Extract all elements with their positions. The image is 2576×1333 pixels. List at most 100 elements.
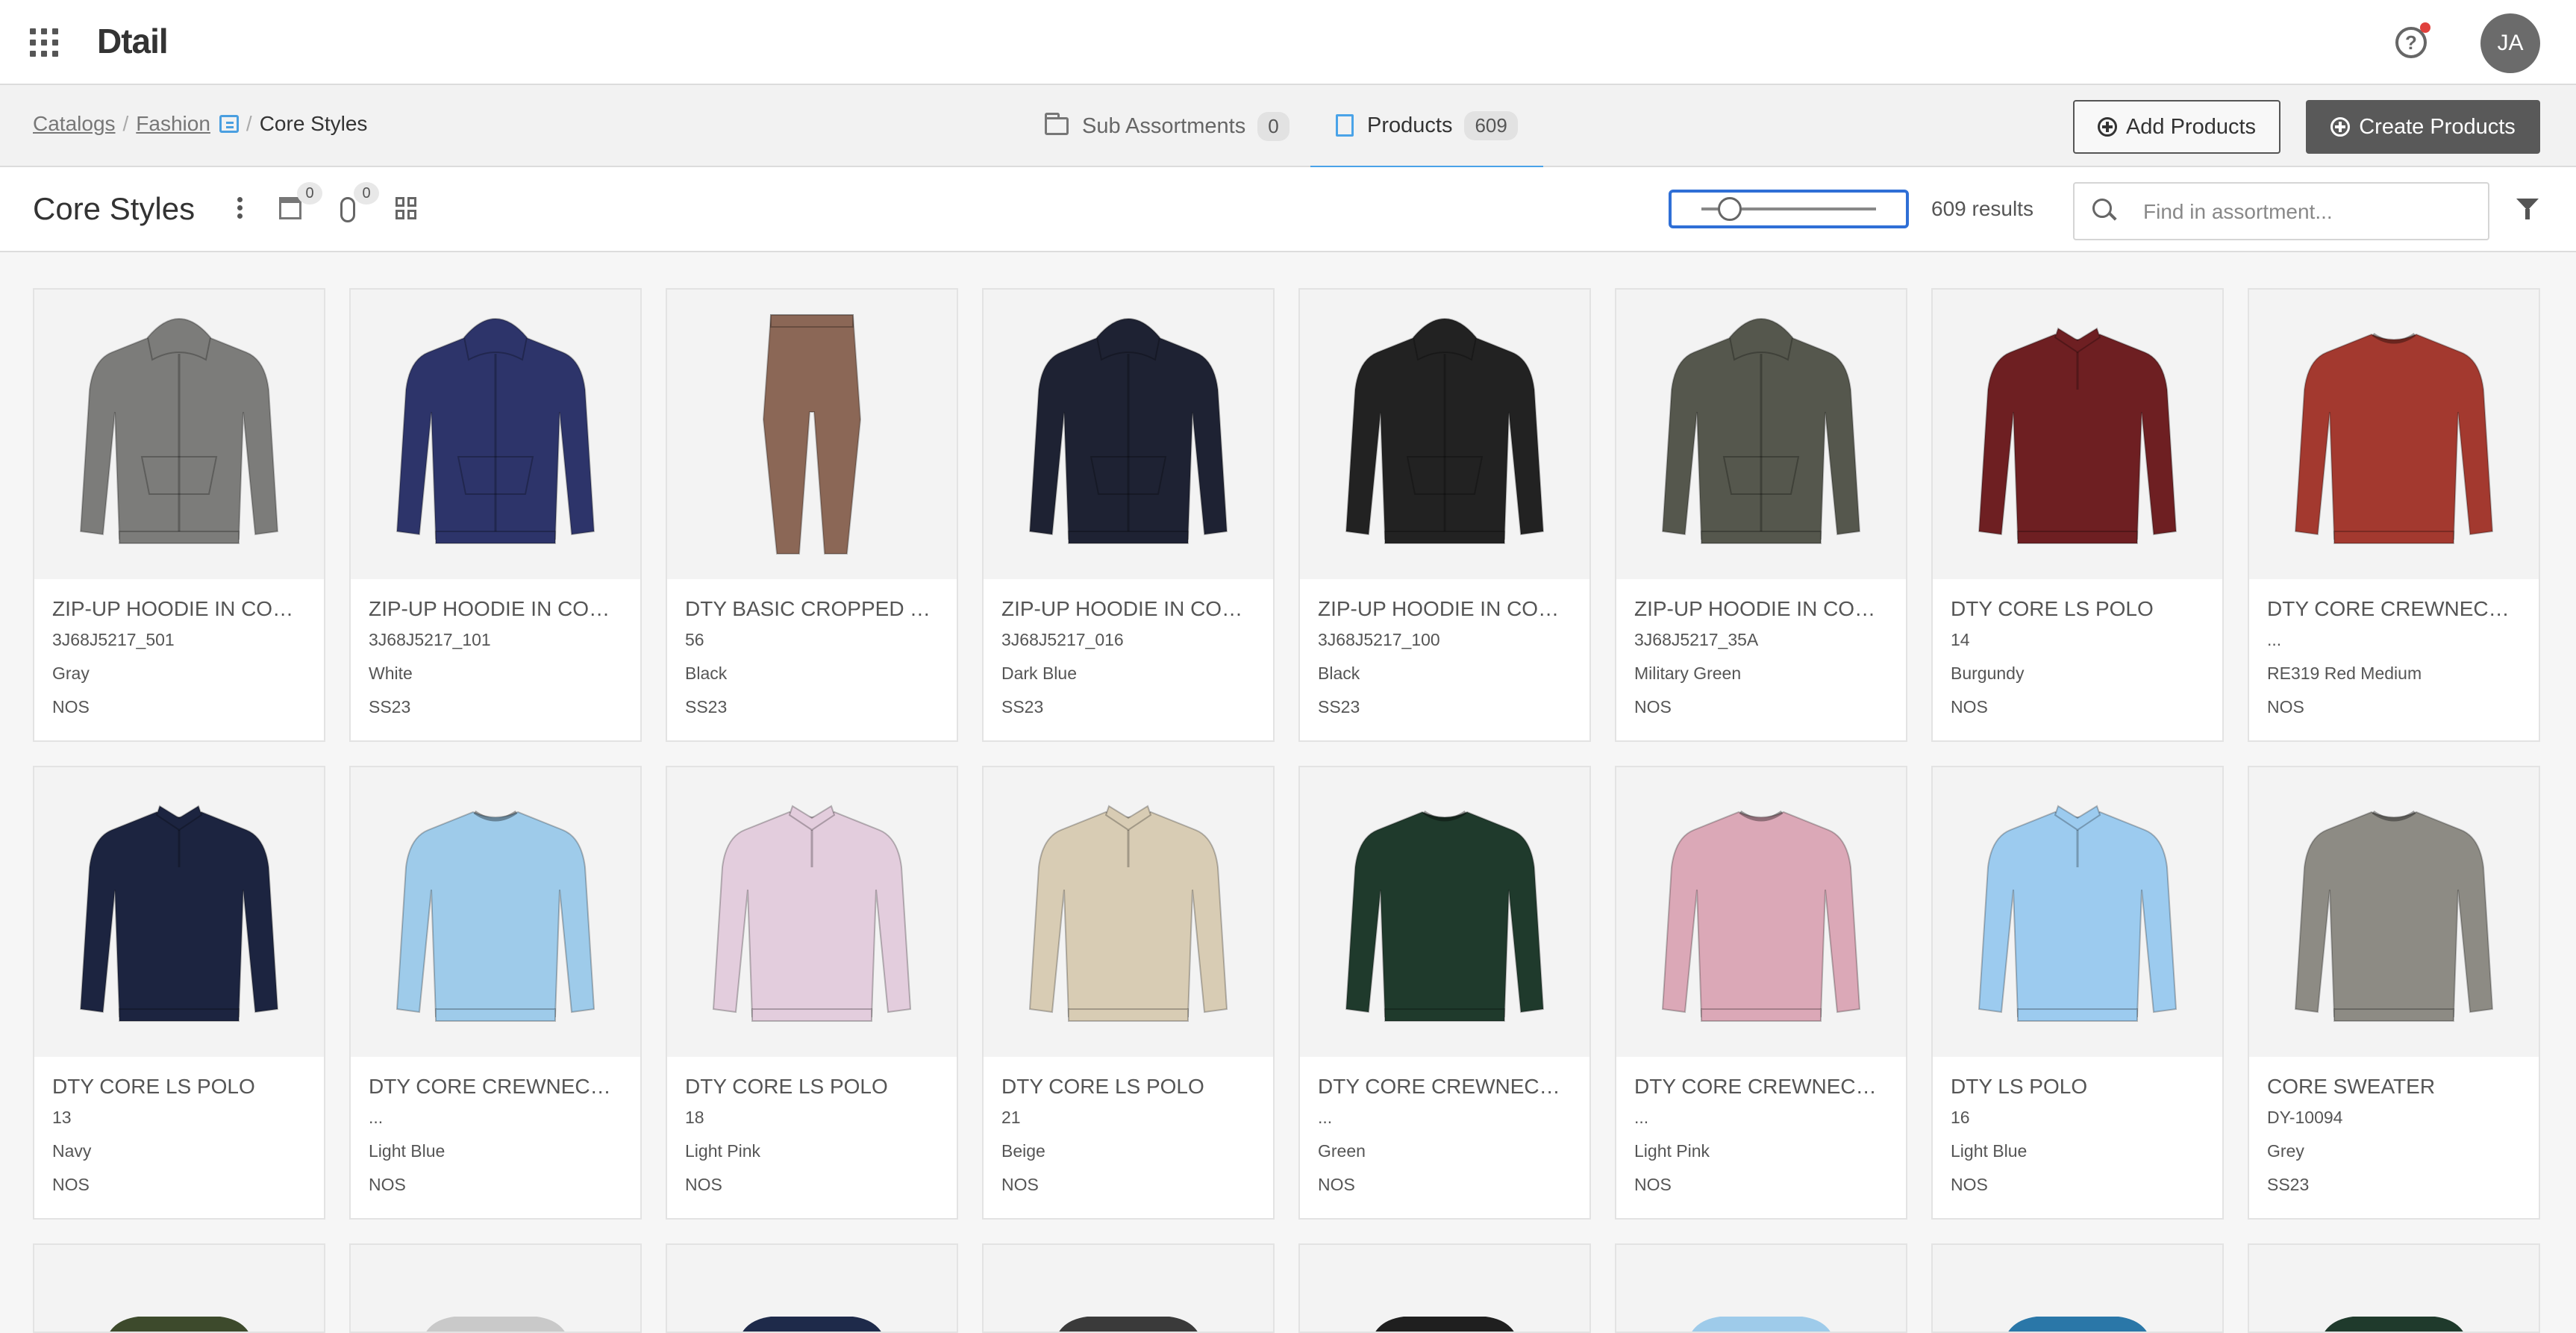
product-image	[351, 1245, 640, 1332]
product-season: SS23	[1318, 697, 1360, 717]
product-name: DTY CORE CREWNECK S...	[1318, 1075, 1572, 1098]
product-card[interactable]: DTY CORE LS POLO 21 Beige NOS	[982, 766, 1275, 1220]
tab-count: 0	[1257, 111, 1289, 141]
search-input[interactable]	[2143, 196, 2472, 228]
breadcrumb-catalogs[interactable]: Catalogs	[33, 112, 116, 135]
product-info: ZIP-UP HOODIE IN COTT... 3J68J5217_100 B…	[1300, 579, 1589, 717]
product-image	[667, 290, 957, 579]
product-info: DTY CORE LS POLO 18 Light Pink NOS	[667, 1057, 957, 1195]
add-products-button[interactable]: Add Products	[2073, 100, 2280, 154]
grid-view-icon[interactable]	[396, 197, 418, 219]
product-code: ...	[1318, 1108, 1333, 1127]
product-color: Military Green	[1634, 664, 1742, 683]
product-code: ...	[1634, 1108, 1649, 1127]
product-card[interactable]	[982, 1243, 1275, 1333]
tab-count: 609	[1464, 110, 1518, 140]
product-info: CORE SWEATER DY-10094 Grey SS23	[2249, 1057, 2539, 1195]
product-name: ZIP-UP HOODIE IN COTT...	[1318, 597, 1572, 620]
product-image	[1933, 290, 2222, 579]
create-products-label: Create Products	[2359, 114, 2516, 139]
product-card[interactable]: ZIP-UP HOODIE IN COTT... 3J68J5217_35A M…	[1615, 288, 1907, 742]
product-image	[2249, 767, 2539, 1057]
tab-label: Sub Assortments	[1082, 113, 1246, 138]
product-name: DTY CORE LS POLO	[1951, 597, 2154, 620]
app-logo[interactable]: Dtail	[97, 21, 169, 61]
product-season: NOS	[1318, 1175, 1355, 1194]
product-card[interactable]: DTY CORE CREWNECK S... ... Green NOS	[1298, 766, 1591, 1220]
avatar[interactable]: JA	[2480, 13, 2540, 73]
create-products-button[interactable]: Create Products	[2306, 100, 2540, 154]
product-info: DTY LS POLO 16 Light Blue NOS	[1933, 1057, 2222, 1195]
product-card[interactable]	[1298, 1243, 1591, 1333]
zoom-slider[interactable]	[1669, 190, 1909, 228]
breadcrumb-current: Core Styles	[259, 112, 368, 135]
product-card[interactable]: DTY CORE LS POLO 18 Light Pink NOS	[666, 766, 958, 1220]
product-info: ZIP-UP HOODIE IN COTT... 3J68J5217_101 W…	[351, 579, 640, 717]
tab-label: Products	[1367, 113, 1453, 137]
product-color: Green	[1318, 1141, 1366, 1161]
product-card[interactable]: ZIP-UP HOODIE IN COTT... 3J68J5217_100 B…	[1298, 288, 1591, 742]
product-card[interactable]: ZIP-UP HOODIE IN COTT... 3J68J5217_101 W…	[349, 288, 642, 742]
product-season: NOS	[52, 1175, 90, 1194]
product-card[interactable]: DTY CORE CREWNECK S... ... Light Blue NO…	[349, 766, 642, 1220]
breadcrumb-fashion[interactable]: Fashion	[136, 112, 210, 135]
product-card[interactable]	[1931, 1243, 2224, 1333]
breadcrumb: Catalogs / Fashion / Core Styles	[33, 112, 367, 136]
product-card[interactable]: CORE SWEATER DY-10094 Grey SS23	[2248, 766, 2540, 1220]
product-card[interactable]	[33, 1243, 325, 1333]
product-info: DTY CORE LS POLO 13 Navy NOS	[34, 1057, 324, 1195]
product-card[interactable]: ZIP-UP HOODIE IN COTT... 3J68J5217_016 D…	[982, 288, 1275, 742]
edit-icon[interactable]	[219, 115, 239, 133]
product-info: DTY CORE CREWNECK S... ... Light Pink NO…	[1616, 1057, 1906, 1195]
product-card[interactable]: DTY CORE CREWNECK S... ... RE319 Red Med…	[2248, 288, 2540, 742]
product-card[interactable]	[349, 1243, 642, 1333]
paperclip-icon[interactable]	[340, 197, 355, 222]
product-image	[984, 767, 1273, 1057]
store-count-badge: 0	[297, 182, 322, 205]
tab-sub-assortments[interactable]: Sub Assortments 0	[1019, 85, 1315, 167]
product-code: 3J68J5217_501	[52, 630, 175, 649]
product-card[interactable]	[1615, 1243, 1907, 1333]
product-info: DTY CORE CREWNECK S... ... RE319 Red Med…	[2249, 579, 2539, 717]
product-info: ZIP-UP HOODIE IN COTT... 3J68J5217_016 D…	[984, 579, 1273, 717]
product-card[interactable]	[666, 1243, 958, 1333]
document-icon	[1336, 114, 1354, 137]
product-color: RE319 Red Medium	[2267, 664, 2422, 683]
product-code: ...	[2267, 630, 2282, 649]
product-card[interactable]: DTY CORE LS POLO 14 Burgundy NOS	[1931, 288, 2224, 742]
app-launcher-icon[interactable]	[30, 28, 58, 57]
tab-products[interactable]: Products 609	[1310, 85, 1543, 169]
more-options-icon[interactable]	[237, 197, 243, 219]
product-card[interactable]	[2248, 1243, 2540, 1333]
breadcrumb-separator: /	[246, 112, 252, 135]
product-card[interactable]: DTY CORE LS POLO 13 Navy NOS	[33, 766, 325, 1220]
product-color: Beige	[1001, 1141, 1045, 1161]
product-card[interactable]: DTY BASIC CROPPED TI... 56 Black SS23	[666, 288, 958, 742]
product-code: 18	[685, 1108, 704, 1127]
breadcrumb-separator: /	[122, 112, 129, 135]
product-image	[1933, 767, 2222, 1057]
product-card[interactable]: DTY LS POLO 16 Light Blue NOS	[1931, 766, 2224, 1220]
product-image	[667, 767, 957, 1057]
product-name: ZIP-UP HOODIE IN COTT...	[52, 597, 306, 620]
product-image	[1616, 290, 1906, 579]
product-image	[1300, 767, 1589, 1057]
product-card[interactable]: DTY CORE CREWNECK S... ... Light Pink NO…	[1615, 766, 1907, 1220]
product-season: NOS	[1001, 1175, 1039, 1194]
slider-handle[interactable]	[1718, 197, 1742, 221]
product-name: DTY CORE CREWNECK S...	[1634, 1075, 1888, 1098]
plus-circle-icon	[2097, 117, 2117, 137]
product-info: DTY CORE CREWNECK S... ... Light Blue NO…	[351, 1057, 640, 1195]
product-image	[351, 290, 640, 579]
product-name: ZIP-UP HOODIE IN COTT...	[1001, 597, 1255, 620]
product-image	[984, 290, 1273, 579]
product-image	[667, 1245, 957, 1332]
product-color: Light Blue	[1951, 1141, 2028, 1161]
filter-icon[interactable]	[2516, 199, 2539, 221]
product-season: SS23	[685, 697, 728, 717]
product-card[interactable]: ZIP-UP HOODIE IN COTT... 3J68J5217_501 G…	[33, 288, 325, 742]
store-icon[interactable]	[279, 197, 301, 219]
product-season: NOS	[1951, 697, 1988, 717]
product-season: NOS	[1634, 697, 1672, 717]
product-color: Navy	[52, 1141, 92, 1161]
